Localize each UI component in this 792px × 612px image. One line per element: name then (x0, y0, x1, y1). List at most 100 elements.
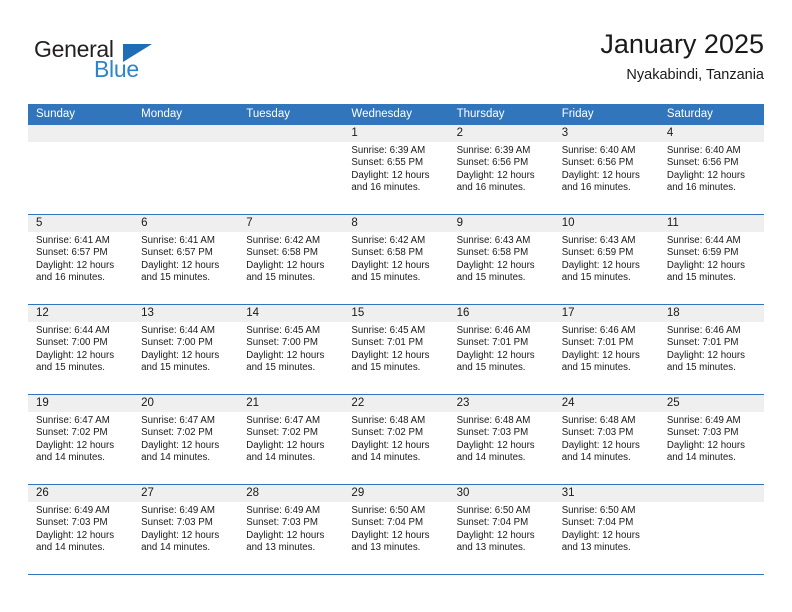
day-cell-15[interactable]: 15 Sunrise: 6:45 AM Sunset: 7:01 PM Dayligh… (343, 305, 449, 394)
sunset-time: Sunset: 7:01 PM (561, 337, 634, 349)
day-sun-info: Sunrise: 6:44 AM Sunset: 6:59 PM Daylight:… (659, 232, 764, 284)
sunrise-time: Sunrise: 6:48 AM (561, 415, 636, 426)
weekday-header-sunday: Sunday (36, 108, 76, 120)
general-blue-logo[interactable]: General Blue (34, 36, 234, 88)
day-cell-empty (238, 125, 344, 214)
day-number: 12 (28, 305, 134, 322)
day-cell-14[interactable]: 14 Sunrise: 6:45 AM Sunset: 7:00 PM Dayligh… (238, 305, 344, 394)
daylight-duration-line2: and 13 minutes. (246, 541, 316, 553)
day-sun-info: Sunrise: 6:45 AM Sunset: 7:01 PM Daylight:… (343, 322, 448, 374)
daylight-duration-line2: and 15 minutes. (351, 271, 421, 283)
daylight-duration-line2: and 16 minutes. (561, 181, 631, 193)
weekday-header-wednesday: Wednesday (351, 108, 412, 120)
day-sun-info: Sunrise: 6:42 AM Sunset: 6:58 PM Daylight:… (343, 232, 448, 284)
day-cell-empty (133, 125, 239, 214)
sunrise-time: Sunrise: 6:45 AM (351, 325, 426, 336)
day-cell-12[interactable]: 12 Sunrise: 6:44 AM Sunset: 7:00 PM Dayligh… (28, 305, 134, 394)
daylight-duration-line1: Daylight: 12 hours (456, 349, 535, 361)
daylight-duration-line1: Daylight: 12 hours (666, 439, 745, 451)
day-number: 15 (343, 305, 449, 322)
daylight-duration-line1: Daylight: 12 hours (456, 259, 535, 271)
sunset-time: Sunset: 6:59 PM (561, 247, 634, 259)
daylight-duration-line2: and 13 minutes. (351, 541, 421, 553)
day-cell-24[interactable]: 24 Sunrise: 6:48 AM Sunset: 7:03 PM Dayligh… (553, 395, 659, 484)
sunrise-time: Sunrise: 6:49 AM (666, 415, 741, 426)
day-cell-16[interactable]: 16 Sunrise: 6:46 AM Sunset: 7:01 PM Dayligh… (448, 305, 554, 394)
sunrise-time: Sunrise: 6:39 AM (351, 145, 426, 156)
daylight-duration-line1: Daylight: 12 hours (561, 349, 640, 361)
day-cell-5[interactable]: 5 Sunrise: 6:41 AM Sunset: 6:57 PM Daylight… (28, 215, 134, 304)
sunrise-time: Sunrise: 6:40 AM (561, 145, 636, 156)
daylight-duration-line1: Daylight: 12 hours (561, 439, 640, 451)
day-number: 10 (553, 215, 659, 232)
day-number (133, 125, 239, 142)
day-cell-19[interactable]: 19 Sunrise: 6:47 AM Sunset: 7:02 PM Dayligh… (28, 395, 134, 484)
day-cell-17[interactable]: 17 Sunrise: 6:46 AM Sunset: 7:01 PM Dayligh… (553, 305, 659, 394)
sunset-time: Sunset: 7:00 PM (36, 337, 108, 349)
day-sun-info: Sunrise: 6:50 AM Sunset: 7:04 PM Daylight:… (449, 502, 554, 554)
calendar-week-row: 5 Sunrise: 6:41 AM Sunset: 6:57 PM Daylight… (28, 215, 764, 305)
day-number: 1 (343, 125, 449, 142)
day-cell-6[interactable]: 6 Sunrise: 6:41 AM Sunset: 6:57 PM Daylight… (133, 215, 239, 304)
sunrise-time: Sunrise: 6:44 AM (666, 235, 741, 246)
day-cell-11[interactable]: 11 Sunrise: 6:44 AM Sunset: 6:59 PM Dayligh… (658, 215, 764, 304)
day-cell-22[interactable]: 22 Sunrise: 6:48 AM Sunset: 7:02 PM Dayligh… (343, 395, 449, 484)
day-cell-25[interactable]: 25 Sunrise: 6:49 AM Sunset: 7:03 PM Dayligh… (658, 395, 764, 484)
day-cell-18[interactable]: 18 Sunrise: 6:46 AM Sunset: 7:01 PM Dayligh… (658, 305, 764, 394)
sunrise-time: Sunrise: 6:41 AM (141, 235, 215, 246)
day-number: 16 (448, 305, 554, 322)
day-cell-2[interactable]: 2 Sunrise: 6:39 AM Sunset: 6:56 PM Daylight… (448, 125, 554, 214)
sunrise-time: Sunrise: 6:49 AM (36, 505, 110, 516)
day-cell-1[interactable]: 1 Sunrise: 6:39 AM Sunset: 6:55 PM Daylight… (343, 125, 449, 214)
day-cell-27[interactable]: 27 Sunrise: 6:49 AM Sunset: 7:03 PM Dayligh… (133, 485, 239, 574)
day-sun-info: Sunrise: 6:42 AM Sunset: 6:58 PM Daylight:… (238, 232, 343, 284)
sunrise-time: Sunrise: 6:41 AM (36, 235, 110, 246)
day-cell-23[interactable]: 23 Sunrise: 6:48 AM Sunset: 7:03 PM Dayligh… (448, 395, 554, 484)
day-cell-9[interactable]: 9 Sunrise: 6:43 AM Sunset: 6:58 PM Daylight… (448, 215, 554, 304)
daylight-duration-line2: and 15 minutes. (36, 361, 105, 373)
sunset-time: Sunset: 6:58 PM (246, 247, 318, 259)
day-sun-info: Sunrise: 6:49 AM Sunset: 7:03 PM Daylight:… (238, 502, 343, 554)
daylight-duration-line1: Daylight: 12 hours (36, 259, 115, 271)
sunrise-time: Sunrise: 6:48 AM (456, 415, 531, 426)
daylight-duration-line1: Daylight: 12 hours (666, 169, 745, 181)
day-sun-info: Sunrise: 6:43 AM Sunset: 6:58 PM Daylight:… (449, 232, 554, 284)
day-number: 31 (553, 485, 659, 502)
day-cell-empty (658, 485, 764, 574)
logo-text-blue: Blue (94, 56, 139, 82)
weekday-header-friday: Friday (561, 108, 594, 120)
day-cell-29[interactable]: 29 Sunrise: 6:50 AM Sunset: 7:04 PM Dayligh… (343, 485, 449, 574)
day-cell-13[interactable]: 13 Sunrise: 6:44 AM Sunset: 7:00 PM Dayligh… (133, 305, 239, 394)
sunrise-time: Sunrise: 6:49 AM (141, 505, 215, 516)
page-title: January 2025 (600, 29, 764, 59)
day-cell-4[interactable]: 4 Sunrise: 6:40 AM Sunset: 6:56 PM Daylight… (658, 125, 764, 214)
daylight-duration-line2: and 14 minutes. (351, 451, 421, 463)
day-cell-10[interactable]: 10 Sunrise: 6:43 AM Sunset: 6:59 PM Dayligh… (553, 215, 659, 304)
day-sun-info: Sunrise: 6:44 AM Sunset: 7:00 PM Daylight:… (133, 322, 238, 374)
day-cell-8[interactable]: 8 Sunrise: 6:42 AM Sunset: 6:58 PM Daylight… (343, 215, 449, 304)
day-cell-28[interactable]: 28 Sunrise: 6:49 AM Sunset: 7:03 PM Dayligh… (238, 485, 344, 574)
sunrise-time: Sunrise: 6:45 AM (246, 325, 321, 336)
weekday-header-saturday: Saturday (666, 108, 713, 120)
day-cell-empty (28, 125, 134, 214)
day-sun-info: Sunrise: 6:46 AM Sunset: 7:01 PM Daylight:… (554, 322, 659, 374)
day-cell-3[interactable]: 3 Sunrise: 6:40 AM Sunset: 6:56 PM Daylight… (553, 125, 659, 214)
day-cell-7[interactable]: 7 Sunrise: 6:42 AM Sunset: 6:58 PM Daylight… (238, 215, 344, 304)
daylight-duration-line1: Daylight: 12 hours (456, 439, 535, 451)
day-cell-21[interactable]: 21 Sunrise: 6:47 AM Sunset: 7:02 PM Dayligh… (238, 395, 344, 484)
weekday-header-row: Sunday Monday Tuesday Wednesday Thursday Frid… (28, 104, 764, 125)
daylight-duration-line1: Daylight: 12 hours (141, 349, 220, 361)
daylight-duration-line2: and 14 minutes. (561, 451, 631, 463)
daylight-duration-line2: and 16 minutes. (351, 181, 421, 193)
sunset-time: Sunset: 7:03 PM (666, 427, 739, 439)
sunrise-time: Sunrise: 6:46 AM (561, 325, 636, 336)
weekday-header-thursday: Thursday (456, 108, 505, 120)
day-cell-31[interactable]: 31 Sunrise: 6:50 AM Sunset: 7:04 PM Dayligh… (553, 485, 659, 574)
day-cell-20[interactable]: 20 Sunrise: 6:47 AM Sunset: 7:02 PM Dayligh… (133, 395, 239, 484)
day-cell-26[interactable]: 26 Sunrise: 6:49 AM Sunset: 7:03 PM Dayligh… (28, 485, 134, 574)
sunset-time: Sunset: 7:03 PM (246, 517, 318, 529)
day-cell-30[interactable]: 30 Sunrise: 6:50 AM Sunset: 7:04 PM Dayligh… (448, 485, 554, 574)
sunset-time: Sunset: 7:02 PM (141, 427, 213, 439)
day-number: 5 (28, 215, 134, 232)
day-sun-info: Sunrise: 6:44 AM Sunset: 7:00 PM Daylight:… (28, 322, 133, 374)
